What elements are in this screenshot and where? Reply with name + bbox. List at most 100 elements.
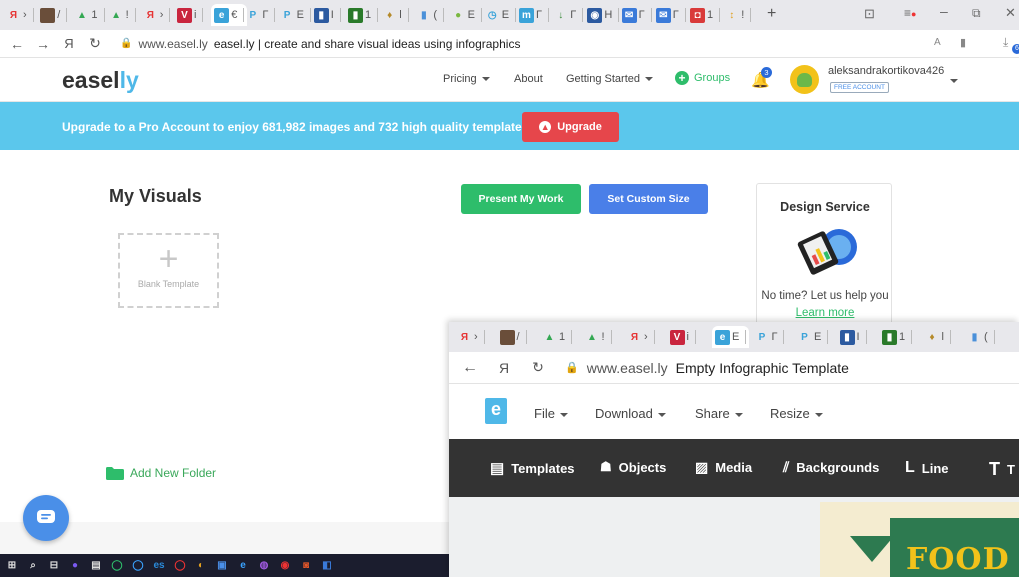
avatar[interactable] bbox=[790, 65, 819, 94]
yandex-icon[interactable]: Я bbox=[491, 360, 517, 376]
browser-tab[interactable]: Я › bbox=[6, 4, 34, 26]
editor-tab[interactable]: PЕ bbox=[797, 326, 829, 348]
username[interactable]: aleksandrakortikova426 bbox=[828, 65, 944, 77]
menu-file[interactable]: File bbox=[534, 406, 568, 421]
yandex-icon[interactable]: Я bbox=[56, 36, 82, 51]
back-arrow-icon[interactable]: ← bbox=[457, 359, 483, 377]
browser-tab[interactable]: ◘ 1 bbox=[690, 4, 721, 26]
taskbar-app-icon[interactable]: ▣ bbox=[215, 559, 229, 573]
browser-tab[interactable]: ▲! bbox=[109, 4, 136, 26]
infographic-canvas[interactable]: FOOD I bbox=[820, 502, 1019, 577]
browser-tab[interactable]: PГ bbox=[245, 4, 276, 26]
editor-tab[interactable]: ▲ 1 bbox=[542, 326, 573, 348]
taskbar-app-icon[interactable]: ◙ bbox=[299, 559, 313, 573]
browser-tab[interactable]: ✉ Г bbox=[655, 4, 686, 26]
menu-download[interactable]: Download bbox=[595, 406, 666, 421]
menu-share[interactable]: Share bbox=[695, 406, 743, 421]
url-domain[interactable]: www.easel.ly bbox=[138, 37, 207, 51]
browser-tab[interactable]: ▮ I bbox=[313, 4, 341, 26]
browser-tab[interactable]: Я › bbox=[143, 4, 171, 26]
editor-tab[interactable]: Vi bbox=[669, 326, 696, 348]
tool-text[interactable]: TT bbox=[989, 459, 1015, 480]
browser-tab[interactable]: Vi bbox=[177, 4, 204, 26]
browser-tab[interactable]: ▲ 1 bbox=[74, 4, 105, 26]
browser-tab[interactable]: PЕ bbox=[280, 4, 311, 26]
nav-pricing[interactable]: Pricing bbox=[443, 73, 490, 85]
editor-tab[interactable]: ▲! bbox=[585, 326, 612, 348]
translate-icon[interactable]: A bbox=[934, 37, 941, 48]
menu-resize[interactable]: Resize bbox=[770, 406, 823, 421]
taskbar-app-icon[interactable]: e bbox=[236, 559, 250, 573]
tool-media[interactable]: ▨ Media bbox=[695, 459, 752, 476]
nav-about[interactable]: About bbox=[514, 73, 543, 85]
editor-tab[interactable]: ♦ l bbox=[925, 326, 951, 348]
browser-tab[interactable]: / bbox=[40, 4, 68, 26]
easelly-logo[interactable]: easelly bbox=[62, 67, 139, 94]
user-menu-chevron-icon[interactable] bbox=[950, 79, 958, 83]
browser-tab[interactable]: ↕! bbox=[724, 4, 752, 26]
browser-tab[interactable]: e € bbox=[211, 4, 248, 26]
tool-objects[interactable]: ☗ Objects bbox=[600, 459, 666, 475]
blank-template-card[interactable]: + Blank Template bbox=[118, 233, 219, 308]
tab-favicon-icon: ▮ bbox=[313, 7, 329, 23]
nav-groups[interactable]: + Groups bbox=[675, 71, 730, 85]
editor-url-domain[interactable]: www.easel.ly bbox=[587, 360, 668, 376]
editor-tab[interactable]: / bbox=[499, 326, 527, 348]
taskbar-app-icon[interactable]: ◯ bbox=[173, 559, 187, 573]
downloads-icon[interactable]: ⤓ bbox=[1003, 35, 1008, 50]
reload-icon[interactable]: ↻ bbox=[82, 35, 108, 52]
nav-getting-started[interactable]: Getting Started bbox=[566, 73, 653, 85]
chat-support-button[interactable] bbox=[23, 495, 69, 541]
present-my-work-button[interactable]: Present My Work bbox=[461, 184, 581, 214]
browser-tab[interactable]: ▮ 1 bbox=[348, 4, 379, 26]
close-window-button[interactable]: ✕ bbox=[1005, 5, 1016, 21]
reload-icon[interactable]: ↻ bbox=[525, 359, 551, 376]
minimize-button[interactable]: – bbox=[940, 3, 948, 19]
editor-url-title[interactable]: Empty Infographic Template bbox=[676, 360, 849, 376]
browser-tab[interactable]: ● E bbox=[451, 4, 482, 26]
taskbar-app-icon[interactable]: ◯ bbox=[110, 559, 124, 573]
editor-tab[interactable]: ▮ 1 bbox=[882, 326, 913, 348]
editor-tab[interactable]: ▮( bbox=[967, 326, 995, 348]
taskbar-app-icon[interactable]: ◍ bbox=[257, 559, 271, 573]
browser-tab[interactable]: mГ bbox=[519, 4, 549, 26]
collections-icon[interactable]: ⊡ bbox=[864, 6, 875, 22]
upgrade-button[interactable]: ▲ Upgrade bbox=[522, 112, 619, 142]
url-page-title[interactable]: easel.ly | create and share visual ideas… bbox=[214, 37, 521, 51]
browser-tab[interactable]: ◷ E bbox=[485, 4, 517, 26]
set-custom-size-button[interactable]: Set Custom Size bbox=[589, 184, 708, 214]
taskbar-app-icon[interactable]: es bbox=[152, 559, 166, 573]
new-tab-button[interactable]: + bbox=[767, 5, 776, 23]
text-icon: T bbox=[989, 459, 1000, 479]
taskbar-app-icon[interactable]: ● bbox=[68, 559, 82, 573]
editor-tab[interactable]: Я › bbox=[627, 326, 655, 348]
tool-line[interactable]: L Line bbox=[905, 459, 949, 477]
learn-more-link[interactable]: Learn more bbox=[757, 307, 893, 319]
restore-button[interactable]: ⧉ bbox=[972, 6, 981, 21]
easelly-editor-logo[interactable]: e bbox=[485, 398, 507, 424]
taskbar-app-icon[interactable]: ▤ bbox=[89, 559, 103, 573]
taskbar-app-icon[interactable]: ◐ bbox=[194, 559, 208, 573]
back-arrow-icon[interactable]: ← bbox=[4, 36, 30, 52]
menu-icon[interactable]: ≡● bbox=[904, 6, 916, 20]
editor-tab[interactable]: PГ bbox=[755, 326, 785, 348]
taskbar-app-icon[interactable]: ◧ bbox=[320, 559, 334, 573]
browser-tab[interactable]: ♦ l bbox=[382, 4, 409, 26]
editor-tab[interactable]: eЕ bbox=[712, 326, 750, 348]
bookmark-icon[interactable]: ▮ bbox=[960, 36, 966, 49]
taskbar-app-icon[interactable]: ⊞ bbox=[5, 559, 19, 573]
browser-tab[interactable]: ◉ Н bbox=[587, 4, 620, 26]
editor-tab[interactable]: Я › bbox=[457, 326, 485, 348]
forward-arrow-icon[interactable]: → bbox=[30, 36, 56, 52]
browser-tab[interactable]: ▮( bbox=[416, 4, 445, 26]
editor-tab[interactable]: ▮ I bbox=[839, 326, 867, 348]
tool-backgrounds[interactable]: ⫽ Backgrounds bbox=[783, 459, 879, 476]
taskbar-app-icon[interactable]: ⌕ bbox=[26, 559, 40, 573]
taskbar-app-icon[interactable]: ◉ bbox=[278, 559, 292, 573]
taskbar-app-icon[interactable]: ◯ bbox=[131, 559, 145, 573]
taskbar-app-icon[interactable]: ⊟ bbox=[47, 559, 61, 573]
add-new-folder-button[interactable]: Add New Folder bbox=[106, 466, 216, 480]
browser-tab[interactable]: ✉ Г bbox=[621, 4, 652, 26]
tool-templates[interactable]: ▤ Templates bbox=[490, 459, 575, 477]
browser-tab[interactable]: ↓ Г bbox=[553, 4, 584, 26]
